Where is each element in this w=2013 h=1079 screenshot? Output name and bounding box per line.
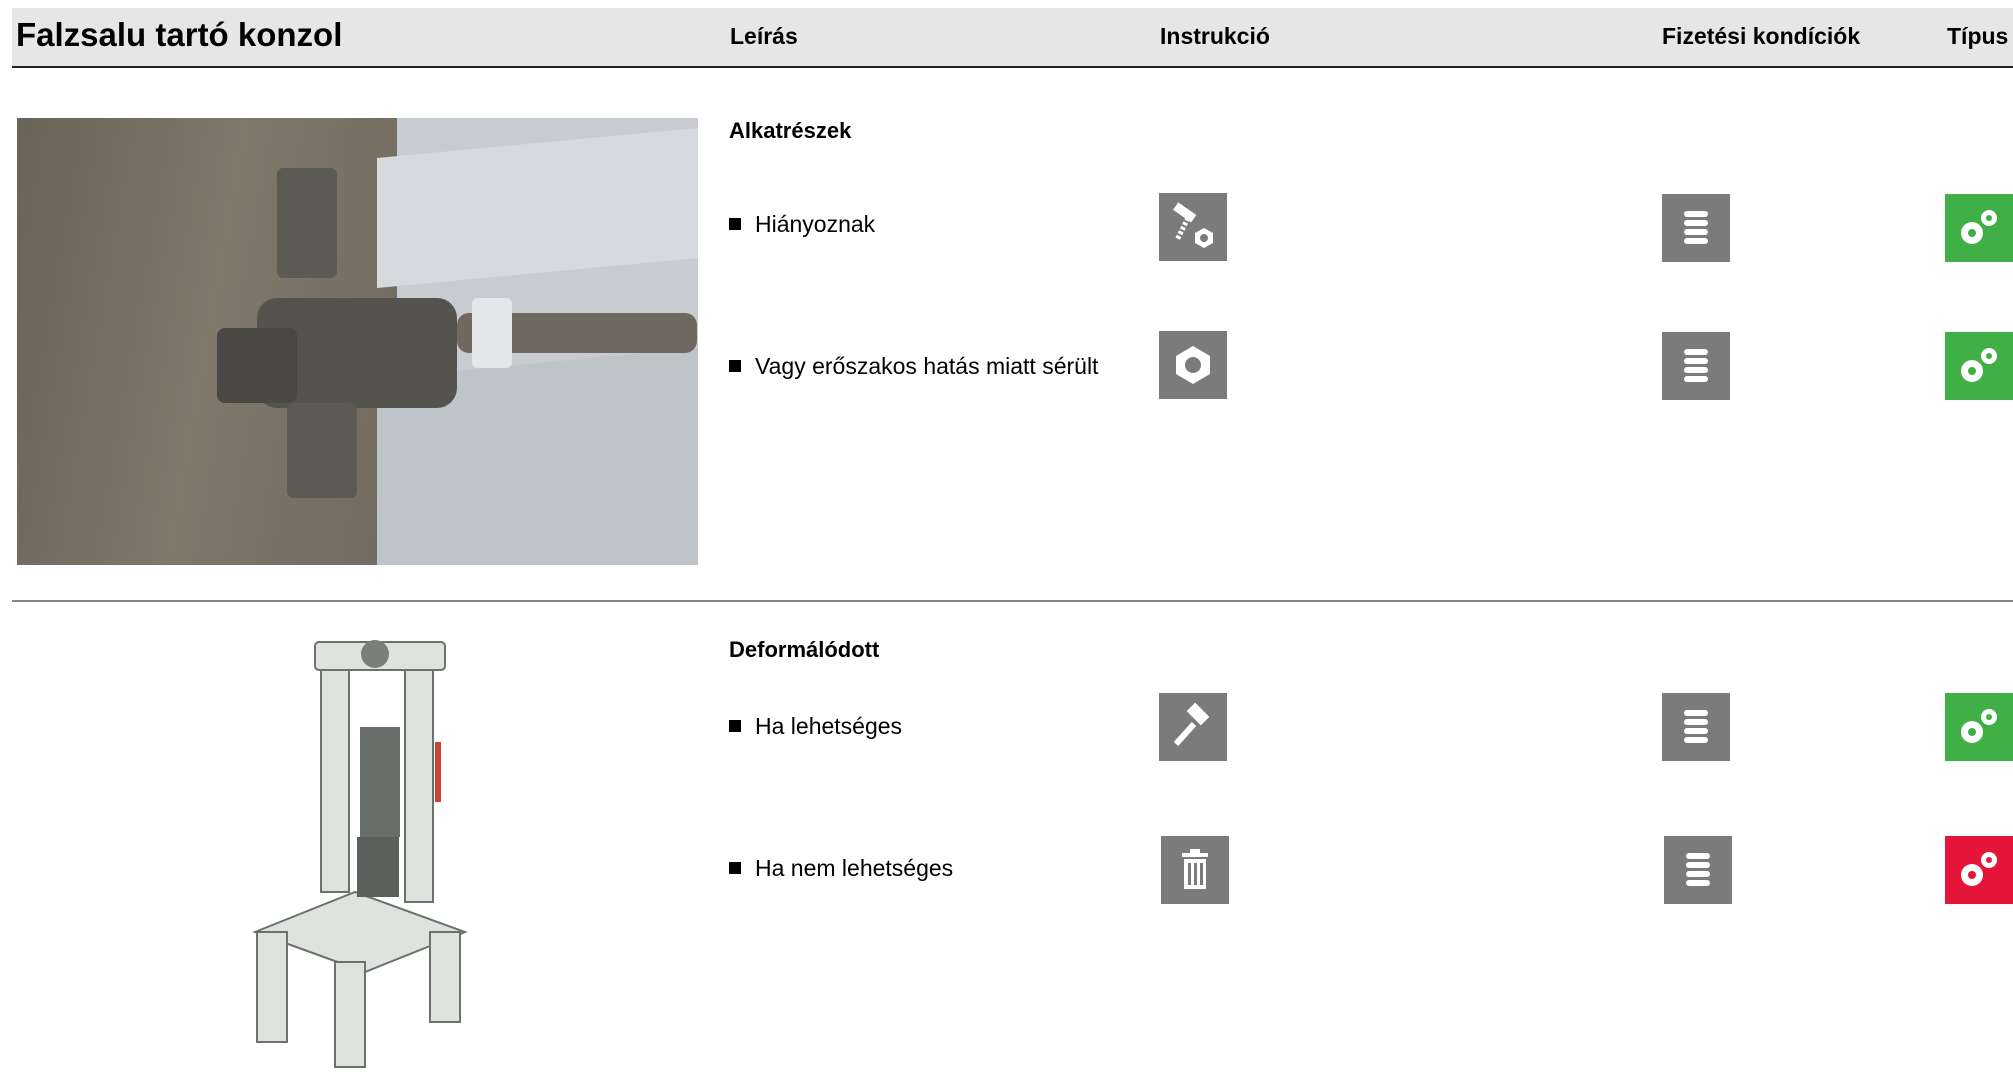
section-title-parts: Alkatrészek: [729, 118, 852, 143]
item-label: Ha nem lehetséges: [755, 855, 954, 881]
gears-icon: [1945, 836, 2013, 904]
coin-stack-icon: [1662, 332, 1730, 400]
section-divider: [12, 600, 2013, 602]
bullet-icon: [729, 359, 741, 372]
product-photo: [17, 118, 698, 565]
bullet-icon: [729, 217, 741, 230]
column-header-type: Típus: [1947, 23, 2009, 49]
gears-icon: [1945, 693, 2013, 761]
gears-icon: [1945, 194, 2013, 262]
list-item: Ha nem lehetséges: [729, 855, 953, 882]
coin-stack-icon: [1662, 693, 1730, 761]
bullet-icon: [729, 719, 741, 732]
item-label: Ha lehetséges: [755, 713, 903, 739]
product-drawing: [245, 632, 475, 1074]
gears-icon: [1945, 332, 2013, 400]
list-item: Vagy erőszakos hatás miatt sérült: [729, 353, 1098, 380]
list-item: Ha lehetséges: [729, 713, 902, 740]
bolt-nut-icon: [1159, 193, 1227, 261]
hammer-icon: [1159, 693, 1227, 761]
bullet-icon: [729, 861, 741, 874]
coin-stack-icon: [1664, 836, 1732, 904]
section-title-deformed: Deformálódott: [729, 637, 880, 662]
hex-nut-icon: [1159, 331, 1227, 399]
column-header-instruction: Instrukció: [1160, 23, 1270, 49]
column-header-payment: Fizetési kondíciók: [1662, 23, 1861, 49]
list-item: Hiányoznak: [729, 211, 875, 238]
item-label: Vagy erőszakos hatás miatt sérült: [755, 353, 1099, 379]
column-header-description: Leírás: [730, 23, 798, 49]
page-title: Falzsalu tartó konzol: [16, 16, 343, 53]
trash-icon: [1161, 836, 1229, 904]
item-label: Hiányoznak: [755, 211, 876, 237]
coin-stack-icon: [1662, 194, 1730, 262]
table-header: Falzsalu tartó konzol Leírás Instrukció …: [12, 8, 2013, 68]
